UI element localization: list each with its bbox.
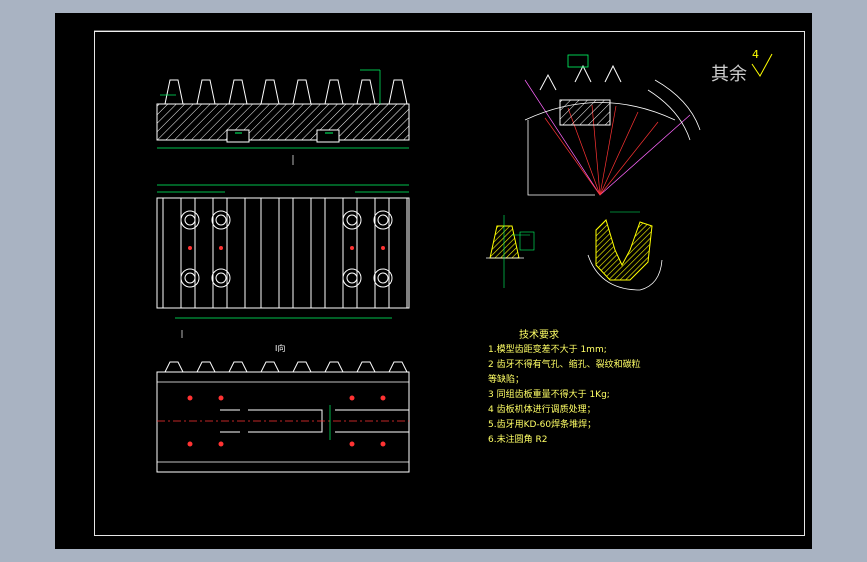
section-aa	[486, 215, 535, 288]
roughness-value: 4	[752, 48, 759, 61]
roughness-note: 其余	[711, 64, 747, 85]
radial-detail-view	[524, 54, 701, 196]
tech-req-title: 技术要求	[519, 330, 559, 341]
tech-req-item: 1.模型齿距变差不大于 1mm;	[488, 345, 607, 355]
tech-req-item: 4 齿板机体进行调质处理；	[488, 405, 596, 415]
tech-req-item: 6.未注圆角 R2	[488, 435, 548, 445]
section-bb	[587, 211, 663, 291]
front-section-view	[156, 69, 410, 165]
tech-req-item: 5.齿牙用KD-60焊条堆焊；	[488, 420, 597, 430]
tech-req-item: 等缺陷；	[488, 375, 525, 385]
view-label: I向	[275, 344, 286, 353]
bottom-view	[156, 361, 410, 473]
tech-req-item: 3 同组齿板重量不得大于 1Kg;	[488, 390, 610, 400]
tech-req-item: 2 齿牙不得有气孔、缩孔、裂纹和碳粒	[488, 360, 641, 370]
plan-view	[156, 184, 410, 338]
